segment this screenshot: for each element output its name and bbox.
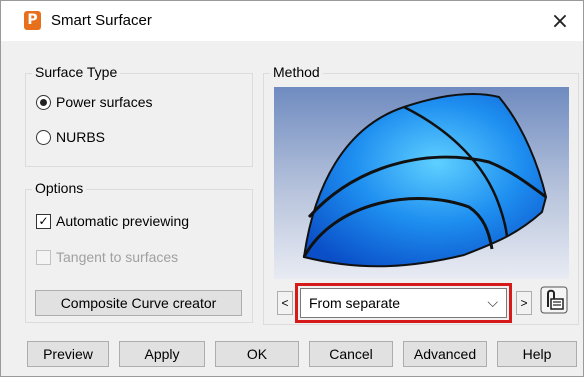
close-button[interactable]: × [537, 1, 583, 41]
checkmark-icon: ✓ [36, 213, 51, 229]
chevron-down-icon: ⌵ [487, 295, 498, 311]
method-preview-image [274, 87, 569, 279]
smart-surfacer-dialog: P Smart Surfacer × Surface Type Power su… [0, 0, 584, 377]
power-surfaces-label: Power surfaces [56, 94, 153, 110]
cancel-button[interactable]: Cancel [309, 341, 393, 367]
nurbs-radio[interactable]: NURBS [36, 129, 105, 145]
method-selected-value: From separate [309, 295, 401, 311]
tangent-to-surfaces-label: Tangent to surfaces [56, 249, 179, 265]
unchecked-box-icon [36, 249, 51, 265]
options-label: Options [32, 180, 87, 196]
method-select[interactable]: From separate ⌵ [300, 288, 507, 318]
nurbs-label: NURBS [56, 129, 106, 145]
surface-type-label: Surface Type [32, 64, 121, 80]
method-label: Method [270, 64, 323, 80]
title-bar: P Smart Surfacer × [1, 1, 583, 41]
surface-preview-graphic [302, 93, 548, 268]
window-title: Smart Surfacer [51, 12, 152, 29]
apply-button[interactable]: Apply [119, 341, 205, 367]
preview-button[interactable]: Preview [27, 341, 109, 367]
options-group: Options ✓ Automatic previewing Tangent t… [25, 180, 253, 323]
curve-settings-icon[interactable] [539, 285, 569, 315]
radio-selected-icon [36, 94, 51, 110]
radio-unselected-icon [36, 129, 51, 145]
method-previous-button[interactable]: < [277, 291, 293, 315]
ok-button[interactable]: OK [215, 341, 299, 367]
method-next-button[interactable]: > [516, 291, 532, 315]
help-button[interactable]: Help [497, 341, 577, 367]
composite-curve-creator-button[interactable]: Composite Curve creator [35, 290, 242, 316]
advanced-button[interactable]: Advanced [403, 341, 487, 367]
automatic-previewing-label: Automatic previewing [56, 213, 190, 229]
automatic-previewing-checkbox[interactable]: ✓ Automatic previewing [36, 213, 189, 229]
app-logo-icon: P [24, 11, 41, 30]
tangent-to-surfaces-checkbox[interactable]: Tangent to surfaces [36, 249, 178, 265]
surface-type-group: Surface Type Power surfaces NURBS [25, 64, 253, 167]
power-surfaces-radio[interactable]: Power surfaces [36, 94, 152, 110]
